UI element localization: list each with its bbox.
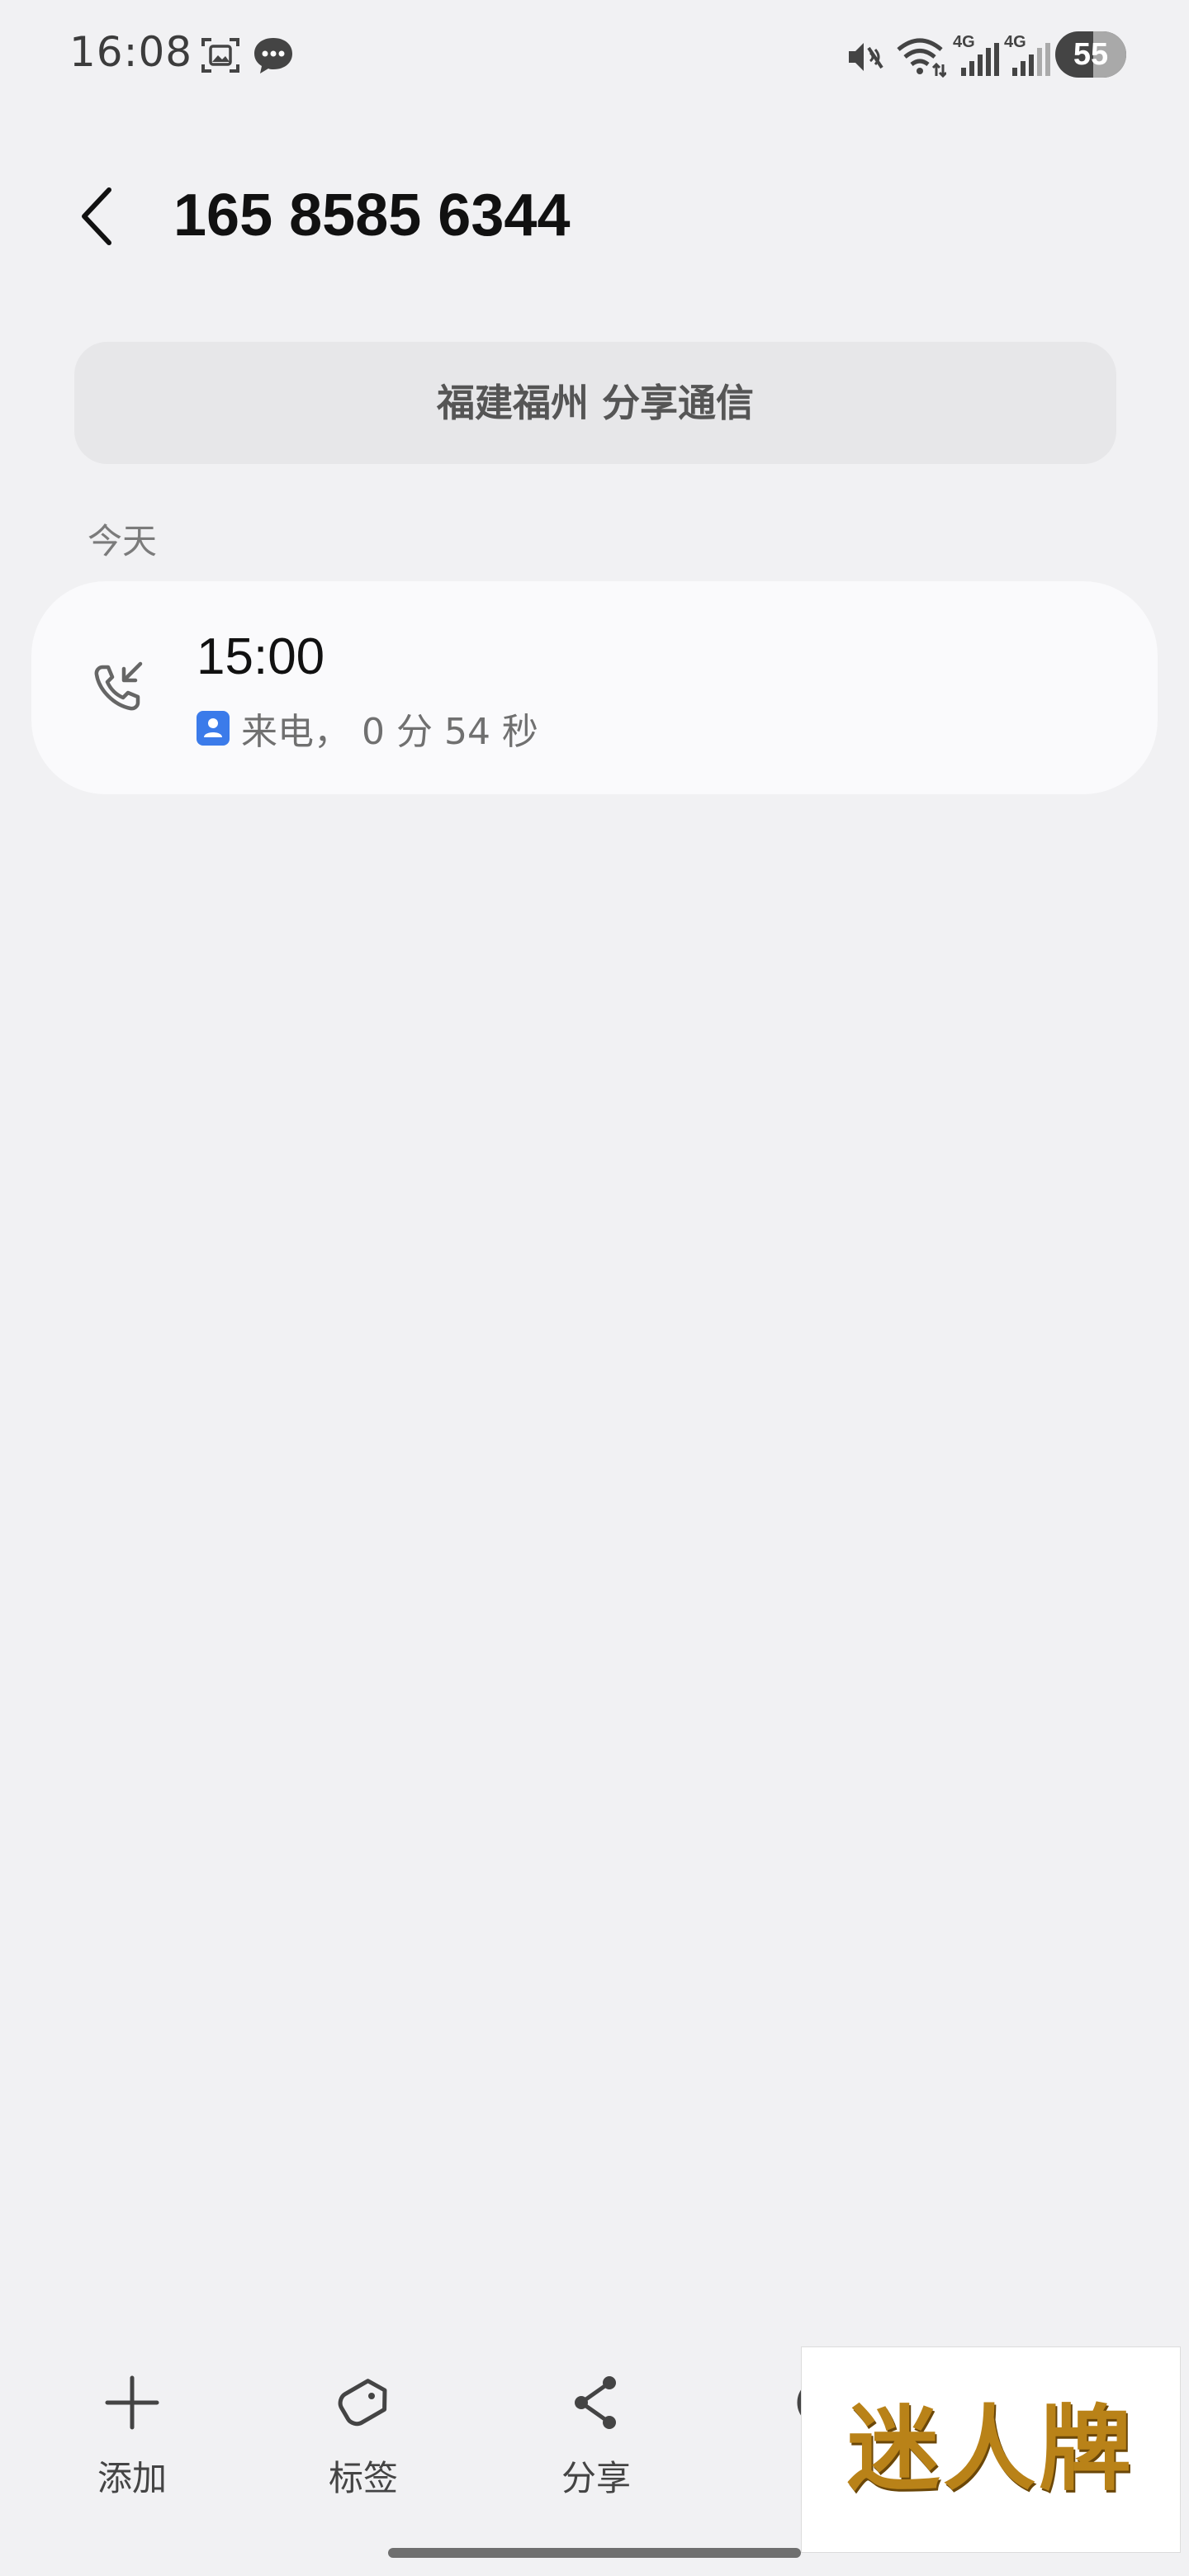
- section-label-today: 今天: [88, 521, 158, 561]
- plus-icon: [105, 2375, 159, 2430]
- share-label: 分享: [561, 2458, 631, 2498]
- watermark-text: 迷人牌: [847, 2396, 1135, 2503]
- call-detail: 来电， 0 分 54 秒: [197, 703, 538, 753]
- mute-vibrate-icon: [849, 43, 883, 71]
- add-label: 添加: [97, 2458, 167, 2498]
- home-indicator[interactable]: [388, 2548, 801, 2558]
- share-button[interactable]: 分享: [505, 2370, 687, 2518]
- share-icon: [575, 2376, 616, 2429]
- incoming-call-icon: [94, 661, 143, 711]
- call-detail-text: 来电， 0 分 54 秒: [241, 711, 538, 753]
- watermark-logo: 迷人牌: [801, 2346, 1181, 2553]
- battery-level: 55: [1073, 37, 1109, 72]
- page-title: 165 8585 6344: [173, 182, 571, 249]
- call-log-item[interactable]: 15:00 来电， 0 分 54 秒: [31, 581, 1158, 794]
- add-button[interactable]: 添加: [41, 2370, 223, 2518]
- signal-4g-icon: 4G: [953, 33, 999, 78]
- status-time: 16:08: [69, 28, 193, 76]
- back-chevron-icon[interactable]: [68, 175, 126, 258]
- call-time: 15:00: [197, 628, 325, 685]
- tag-label: 标签: [328, 2458, 398, 2498]
- screenshot-gallery-icon: [201, 38, 239, 73]
- tag-button[interactable]: 标签: [272, 2370, 454, 2518]
- contact-badge-icon: [197, 711, 230, 746]
- message-bubble-icon: [254, 38, 292, 73]
- battery-icon: 55: [1055, 31, 1126, 78]
- wifi-icon: [897, 38, 946, 78]
- signal-4g-icon: 4G: [1004, 33, 1050, 78]
- number-location-bar: 福建福州 分享通信: [74, 342, 1116, 464]
- tag-icon: [338, 2379, 387, 2427]
- status-bar: 16:08 4G 4G 55: [0, 0, 1189, 116]
